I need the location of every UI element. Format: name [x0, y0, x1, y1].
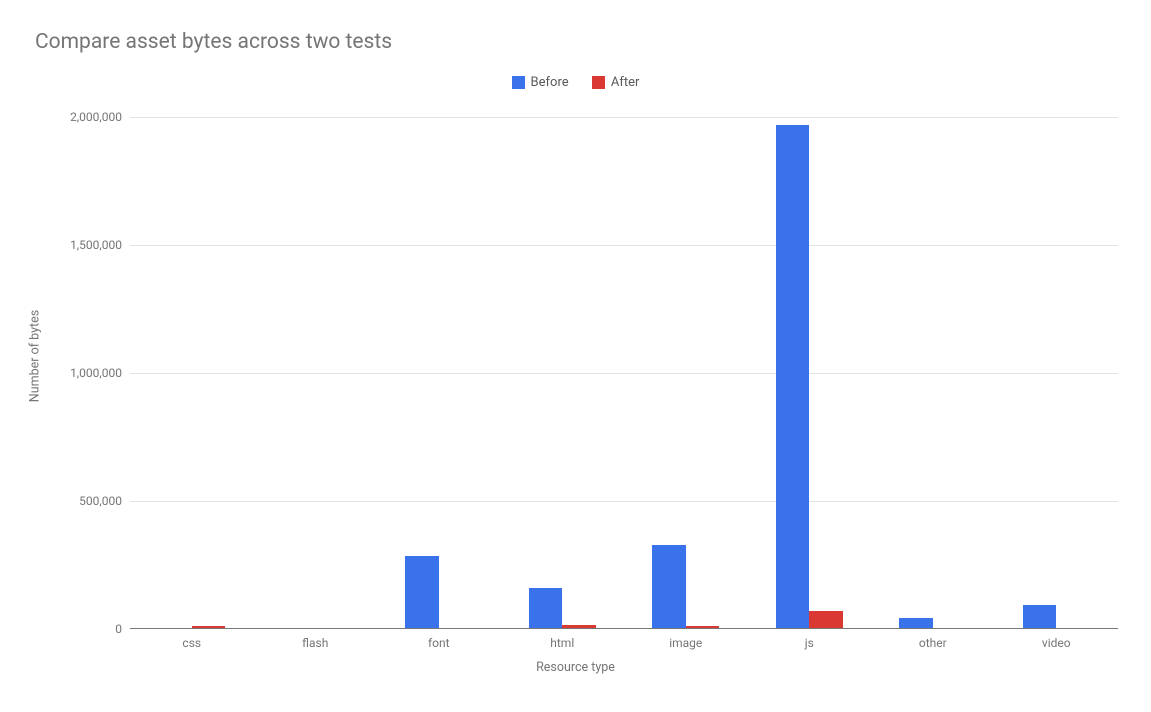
y-tick-label: 2,000,000	[70, 110, 130, 124]
x-tick-label: js	[805, 628, 814, 650]
legend-swatch-before	[512, 76, 525, 89]
y-axis-title: Number of bytes	[28, 310, 43, 402]
y-tick-label: 1,000,000	[70, 366, 130, 380]
y-tick-label: 500,000	[79, 494, 130, 508]
legend-item-after: After	[592, 75, 640, 90]
bar-before	[405, 556, 438, 628]
legend-label-before: Before	[531, 75, 569, 90]
gridline	[130, 245, 1118, 246]
gridline	[130, 501, 1118, 502]
bar-before	[899, 618, 932, 628]
legend-swatch-after	[592, 76, 605, 89]
bar-before	[1023, 605, 1056, 628]
legend: Before After	[0, 75, 1151, 93]
x-tick-label: font	[428, 628, 450, 650]
y-tick-label: 1,500,000	[70, 238, 130, 252]
chart-title: Compare asset bytes across two tests	[35, 30, 392, 54]
legend-label-after: After	[611, 75, 640, 90]
x-tick-label: image	[669, 628, 702, 650]
bar-chart: Compare asset bytes across two tests Bef…	[0, 0, 1151, 712]
x-tick-label: html	[550, 628, 574, 650]
gridline	[130, 373, 1118, 374]
legend-item-before: Before	[512, 75, 569, 90]
x-tick-label: flash	[302, 628, 328, 650]
x-tick-label: css	[182, 628, 201, 650]
plot-area: 0500,0001,000,0001,500,0002,000,000cssfl…	[130, 117, 1118, 629]
bar-before	[652, 545, 685, 628]
gridline	[130, 117, 1118, 118]
bar-before	[776, 125, 809, 628]
bar-after	[809, 611, 842, 628]
bar-before	[529, 588, 562, 628]
x-tick-label: other	[919, 628, 947, 650]
x-axis-title: Resource type	[0, 660, 1151, 675]
y-tick-label: 0	[115, 622, 130, 636]
x-tick-label: video	[1042, 628, 1071, 650]
